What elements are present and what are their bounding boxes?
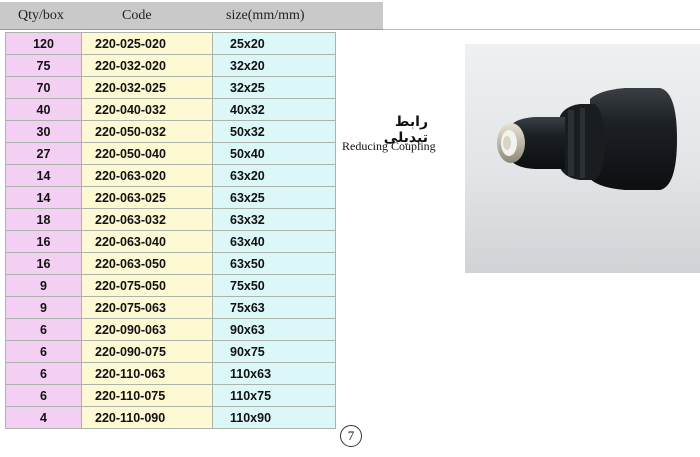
header-size: size(mm/mm) <box>226 8 305 23</box>
size-cell: 75x63 <box>212 296 336 319</box>
code-cell: 220-063-040 <box>81 230 213 253</box>
header-qty: Qty/box <box>18 8 64 23</box>
code-cell: 220-090-063 <box>81 318 213 341</box>
qty-cell: 30 <box>5 120 82 143</box>
code-cell: 220-110-075 <box>81 384 213 407</box>
code-cell: 220-063-032 <box>81 208 213 231</box>
code-cell: 220-032-020 <box>81 54 213 77</box>
reducing-coupling-photo <box>465 44 700 273</box>
code-cell: 220-075-063 <box>81 296 213 319</box>
table-row: 14 220-063-025 63x25 <box>5 186 336 209</box>
qty-cell: 120 <box>5 32 82 55</box>
table-row: 14 220-063-020 63x20 <box>5 164 336 187</box>
size-cell: 90x75 <box>212 340 336 363</box>
size-cell: 63x25 <box>212 186 336 209</box>
table-row: 27 220-050-040 50x40 <box>5 142 336 165</box>
qty-cell: 70 <box>5 76 82 99</box>
qty-cell: 6 <box>5 362 82 385</box>
code-cell: 220-110-090 <box>81 406 213 429</box>
product-table: 120 220-025-020 25x20 75 220-032-020 32x20 70 2… <box>5 32 336 429</box>
qty-cell: 4 <box>5 406 82 429</box>
qty-cell: 16 <box>5 230 82 253</box>
coupling-illustration-icon <box>497 88 677 190</box>
table-row: 70 220-032-025 32x25 <box>5 76 336 99</box>
qty-cell: 16 <box>5 252 82 275</box>
code-cell: 220-050-032 <box>81 120 213 143</box>
header-code: Code <box>122 8 152 23</box>
table-row: 9 220-075-050 75x50 <box>5 274 336 297</box>
code-cell: 220-110-063 <box>81 362 213 385</box>
table-header: Qty/box Code size(mm/mm) <box>0 2 383 30</box>
qty-cell: 40 <box>5 98 82 121</box>
table-row: 6 220-090-063 90x63 <box>5 318 336 341</box>
qty-cell: 75 <box>5 54 82 77</box>
code-cell: 220-075-050 <box>81 274 213 297</box>
size-cell: 50x40 <box>212 142 336 165</box>
size-cell: 25x20 <box>212 32 336 55</box>
qty-cell: 6 <box>5 318 82 341</box>
table-row: 6 220-110-075 110x75 <box>5 384 336 407</box>
table-row: 30 220-050-032 50x32 <box>5 120 336 143</box>
size-cell: 40x32 <box>212 98 336 121</box>
size-cell: 50x32 <box>212 120 336 143</box>
table-row: 18 220-063-032 63x32 <box>5 208 336 231</box>
size-cell: 63x50 <box>212 252 336 275</box>
size-cell: 32x20 <box>212 54 336 77</box>
size-cell: 110x90 <box>212 406 336 429</box>
size-cell: 32x25 <box>212 76 336 99</box>
size-cell: 90x63 <box>212 318 336 341</box>
qty-cell: 9 <box>5 296 82 319</box>
table-row: 6 220-110-063 110x63 <box>5 362 336 385</box>
table-row: 9 220-075-063 75x63 <box>5 296 336 319</box>
qty-cell: 9 <box>5 274 82 297</box>
code-cell: 220-050-040 <box>81 142 213 165</box>
header-divider <box>383 29 700 30</box>
table-row: 120 220-025-020 25x20 <box>5 32 336 55</box>
table-row: 4 220-110-090 110x90 <box>5 406 336 429</box>
code-cell: 220-063-050 <box>81 252 213 275</box>
qty-cell: 18 <box>5 208 82 231</box>
product-name-english: Reducing Coupling <box>342 139 436 153</box>
table-row: 6 220-090-075 90x75 <box>5 340 336 363</box>
qty-cell: 14 <box>5 164 82 187</box>
size-cell: 110x75 <box>212 384 336 407</box>
size-cell: 63x20 <box>212 164 336 187</box>
code-cell: 220-025-020 <box>81 32 213 55</box>
table-row: 16 220-063-050 63x50 <box>5 252 336 275</box>
qty-cell: 6 <box>5 340 82 363</box>
code-cell: 220-032-025 <box>81 76 213 99</box>
qty-cell: 14 <box>5 186 82 209</box>
code-cell: 220-040-032 <box>81 98 213 121</box>
qty-cell: 27 <box>5 142 82 165</box>
size-cell: 75x50 <box>212 274 336 297</box>
size-cell: 63x32 <box>212 208 336 231</box>
qty-cell: 6 <box>5 384 82 407</box>
code-cell: 220-063-020 <box>81 164 213 187</box>
code-cell: 220-090-075 <box>81 340 213 363</box>
size-cell: 110x63 <box>212 362 336 385</box>
code-cell: 220-063-025 <box>81 186 213 209</box>
table-row: 16 220-063-040 63x40 <box>5 230 336 253</box>
size-cell: 63x40 <box>212 230 336 253</box>
table-row: 75 220-032-020 32x20 <box>5 54 336 77</box>
table-row: 40 220-040-032 40x32 <box>5 98 336 121</box>
page-number: 7 <box>340 425 362 447</box>
